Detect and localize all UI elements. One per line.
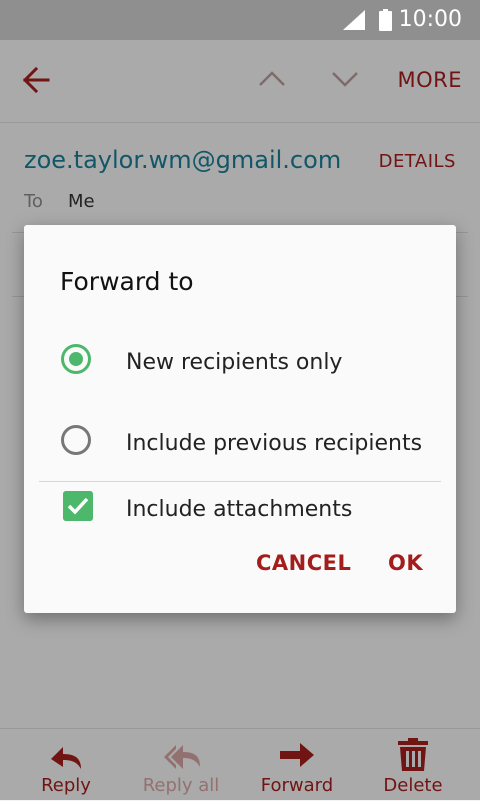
battery-icon [379, 9, 392, 31]
radio-selected-icon[interactable] [61, 344, 91, 374]
option-label: Include previous recipients [126, 431, 423, 456]
dialog-title: Forward to [60, 267, 194, 296]
status-time: 10:00 [398, 7, 462, 32]
status-bar: 10:00 [0, 0, 480, 40]
cancel-button[interactable]: CANCEL [256, 551, 351, 575]
forward-to-dialog: Forward to New recipients only Include p… [24, 225, 456, 613]
checkbox-checked-icon[interactable] [63, 491, 93, 521]
dialog-divider [39, 481, 441, 482]
option-new-recipients-only[interactable]: New recipients only [24, 336, 456, 396]
ok-button[interactable]: OK [388, 551, 423, 575]
option-label: New recipients only [126, 350, 343, 375]
radio-unselected-icon[interactable] [61, 425, 91, 455]
include-attachments-label: Include attachments [126, 497, 353, 522]
signal-icon [343, 10, 365, 30]
option-include-previous-recipients[interactable]: Include previous recipients [24, 417, 456, 477]
include-attachments-checkbox[interactable]: Include attachments [24, 489, 456, 549]
